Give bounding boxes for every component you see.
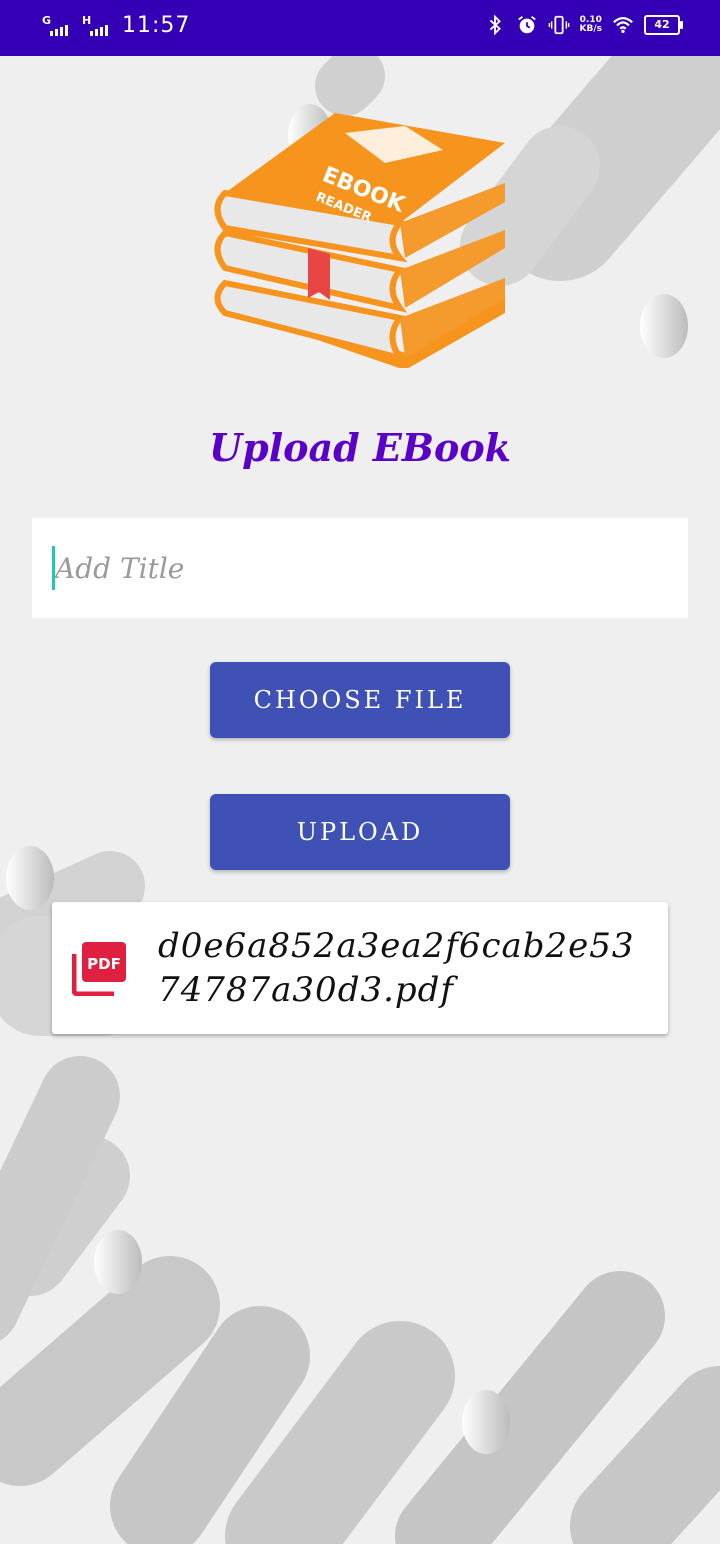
selected-file-card[interactable]: PDF d0e6a852a3ea2f6cab2e5374787a30d3.pdf (52, 902, 668, 1034)
page-title: Upload EBook (208, 425, 511, 470)
wifi-icon (613, 17, 633, 34)
bluetooth-icon (489, 14, 501, 36)
signal-1-icon: G (42, 14, 74, 38)
signal-2-icon: H (82, 14, 114, 38)
selected-file-name: d0e6a852a3ea2f6cab2e5374787a30d3.pdf (158, 926, 635, 1010)
vibrate-icon (548, 15, 569, 35)
network-speed: 0.10 KB/s (580, 16, 602, 34)
pdf-icon: PDF (72, 942, 126, 996)
speed-unit: KB/s (579, 24, 602, 34)
pdf-icon-label: PDF (87, 955, 121, 973)
status-bar-right: 0.10 KB/s 42 (484, 14, 683, 36)
title-input[interactable] (55, 551, 635, 585)
clock: 11:57 (122, 13, 191, 38)
title-field[interactable] (32, 518, 688, 618)
choose-file-button[interactable]: CHOOSE FILE (210, 662, 510, 738)
ebook-reader-logo: EBOOK READER (214, 113, 505, 368)
upload-button[interactable]: UPLOAD (210, 794, 510, 870)
battery-icon: 42 (644, 15, 683, 35)
status-bar-left: G H 11:57 (42, 13, 190, 38)
alarm-icon (517, 16, 536, 34)
status-bar: G H 11:57 0.10 KB/s 42 (0, 0, 720, 56)
